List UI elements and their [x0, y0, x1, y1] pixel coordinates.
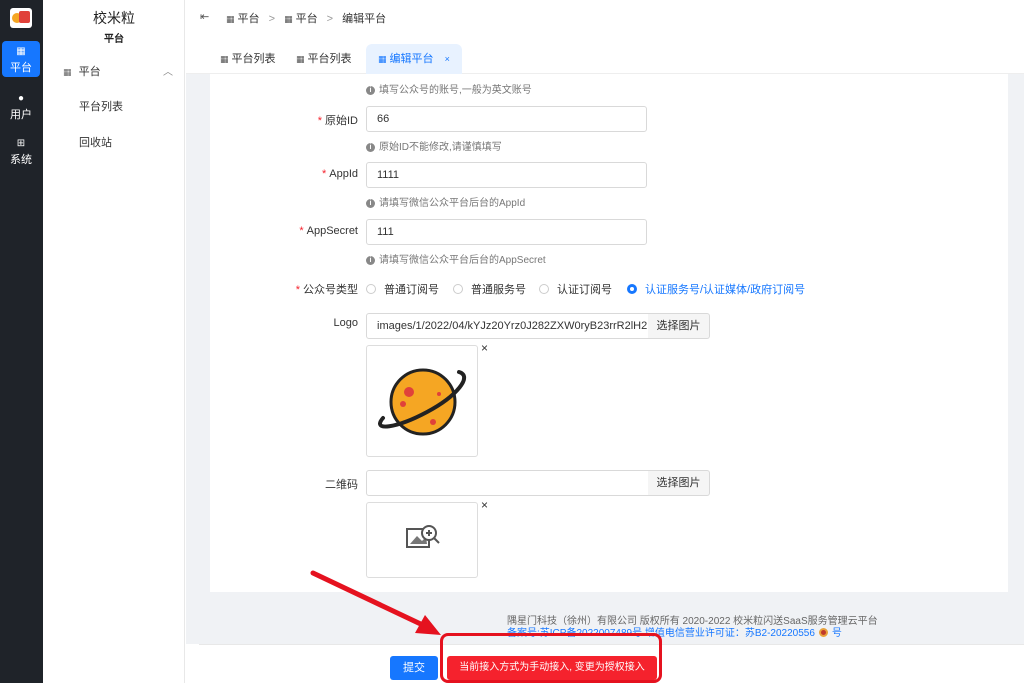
sidebar-item-recycle-bin[interactable]: 回收站 — [79, 134, 112, 150]
required-mark: * — [321, 168, 327, 180]
radio-normal-service[interactable]: 普通服务号 — [453, 281, 526, 297]
sidebar-group-platform[interactable]: ▦ 平台 ︿ — [63, 63, 173, 79]
annotation-arrow-icon — [310, 570, 441, 635]
radio-dot — [539, 284, 549, 294]
logo-preview — [366, 345, 478, 457]
breadcrumb-current: 编辑平台 — [342, 13, 387, 25]
label-text: AppId — [329, 168, 358, 180]
user-icon: ● — [17, 93, 25, 104]
sidebar-group-label: 平台 — [78, 66, 101, 78]
original-id-label: * 原始ID — [300, 112, 358, 128]
grid-icon: ▦ — [296, 54, 305, 64]
remove-qrcode-icon[interactable]: × — [481, 498, 488, 512]
radio-label: 认证订阅号 — [557, 284, 612, 296]
required-mark: * — [295, 284, 300, 296]
tab-label: 平台列表 — [231, 53, 276, 65]
app-rail: ▦ 平台 ● 用户 ⊞ 系统 — [0, 0, 43, 683]
rail-item-label: 平台 — [10, 62, 32, 74]
original-id-input[interactable]: 66 — [366, 106, 647, 132]
account-hint: i 填写公众号的账号,一般为英文账号 — [366, 81, 532, 96]
label-text: 原始ID — [325, 115, 358, 127]
logo-label: Logo — [333, 317, 358, 329]
appsecret-input[interactable]: 111 — [366, 219, 647, 245]
windows-icon: ⊞ — [16, 138, 26, 149]
radio-label: 普通订阅号 — [384, 284, 439, 296]
logo-path-input[interactable]: images/1/2022/04/kYJz20Yrz0J282ZXW0ryB23… — [366, 313, 649, 339]
sidebar: 校米粒 平台 ▦ 平台 ︿ 平台列表 回收站 — [43, 0, 185, 683]
grid-icon: ▦ — [16, 46, 26, 57]
account-type-label: * 公众号类型 — [290, 281, 358, 297]
grid-icon: ▦ — [63, 67, 72, 77]
info-icon: i — [366, 85, 375, 95]
sidebar-item-platform-list[interactable]: 平台列表 — [79, 98, 123, 114]
breadcrumb: ▦ 平台 > ▦ 平台 > 编辑平台 — [226, 10, 386, 26]
label-text: 公众号类型 — [303, 284, 358, 296]
chevron-up-icon: ︿ — [163, 67, 173, 78]
original-id-hint: i 原始ID不能修改,请谨慎填写 — [366, 138, 502, 153]
grid-icon: ▦ — [378, 54, 387, 64]
tab-label: 编辑平台 — [389, 53, 434, 65]
required-mark: * — [299, 225, 304, 237]
tab-edit-platform[interactable]: ▦ 编辑平台 × — [366, 44, 462, 74]
remove-logo-icon[interactable]: × — [481, 341, 488, 355]
submit-button[interactable]: 提交 — [390, 656, 438, 680]
required-mark: * — [317, 115, 322, 127]
tab-platform-list[interactable]: ▦ 平台列表 — [220, 44, 276, 74]
annotation-highlight-box — [440, 633, 662, 683]
app-logo[interactable] — [10, 8, 32, 28]
radio-verified-service[interactable]: 认证服务号/认证媒体/政府订阅号 — [627, 281, 805, 297]
qrcode-select-image-button[interactable]: 选择图片 — [648, 470, 710, 496]
top-header: ⇤ ▦ 平台 > ▦ 平台 > 编辑平台 — [186, 0, 1024, 34]
rail-item-label: 用户 — [10, 109, 32, 121]
hint-text: 请填写微信公众平台后台的AppId — [379, 198, 526, 209]
close-icon[interactable]: × — [445, 54, 450, 64]
qrcode-path-input[interactable] — [366, 470, 649, 496]
radio-label: 认证服务号/认证媒体/政府订阅号 — [645, 284, 806, 296]
grid-icon: ▦ — [220, 54, 229, 64]
logo-block — [19, 11, 30, 23]
rail-item-user[interactable]: ● 用户 — [2, 88, 40, 124]
logo-select-image-button[interactable]: 选择图片 — [648, 313, 710, 339]
info-icon: i — [366, 142, 375, 152]
breadcrumb-item[interactable]: 平台 — [296, 13, 318, 25]
brand-title: 校米粒 — [93, 10, 135, 26]
radio-verified-subscription[interactable]: 认证订阅号 — [539, 281, 612, 297]
rail-item-system[interactable]: ⊞ 系统 — [2, 133, 40, 169]
info-icon: i — [366, 198, 375, 208]
breadcrumb-separator: > — [326, 13, 334, 25]
rail-item-platform[interactable]: ▦ 平台 — [2, 41, 40, 77]
brand-subtitle: 平台 — [104, 34, 124, 45]
planet-logo-image — [378, 368, 467, 436]
tab-label: 平台列表 — [307, 53, 352, 65]
collapse-menu-icon[interactable]: ⇤ — [200, 10, 209, 23]
appsecret-label: * AppSecret — [290, 225, 358, 237]
icp-suffix: 号 — [831, 628, 842, 639]
tab-platform-list-2[interactable]: ▦ 平台列表 — [296, 44, 352, 74]
breadcrumb-separator: > — [268, 13, 276, 25]
label-text: AppSecret — [306, 225, 358, 237]
qrcode-label: 二维码 — [325, 479, 358, 491]
radio-normal-subscription[interactable]: 普通订阅号 — [366, 281, 439, 297]
radio-label: 普通服务号 — [471, 284, 526, 296]
appid-input[interactable]: 1111 — [366, 162, 647, 188]
hint-text: 填写公众号的账号,一般为英文账号 — [379, 85, 532, 96]
hint-text: 请填写微信公众平台后台的AppSecret — [379, 255, 546, 266]
police-badge-icon — [818, 628, 828, 637]
appid-hint: i 请填写微信公众平台后台的AppId — [366, 194, 525, 209]
hint-text: 原始ID不能修改,请谨慎填写 — [379, 142, 502, 153]
appid-label: * AppId — [300, 168, 358, 180]
radio-dot — [627, 284, 637, 294]
rail-item-label: 系统 — [10, 154, 32, 166]
radio-dot — [453, 284, 463, 294]
info-icon: i — [366, 255, 375, 265]
grid-icon: ▦ — [226, 14, 235, 24]
breadcrumb-item[interactable]: 平台 — [238, 13, 260, 25]
appsecret-hint: i 请填写微信公众平台后台的AppSecret — [366, 251, 546, 266]
radio-dot — [366, 284, 376, 294]
grid-icon: ▦ — [284, 14, 293, 24]
tab-bar: ▦ 平台列表 ▦ 平台列表 ▦ 编辑平台 × — [186, 44, 1024, 74]
